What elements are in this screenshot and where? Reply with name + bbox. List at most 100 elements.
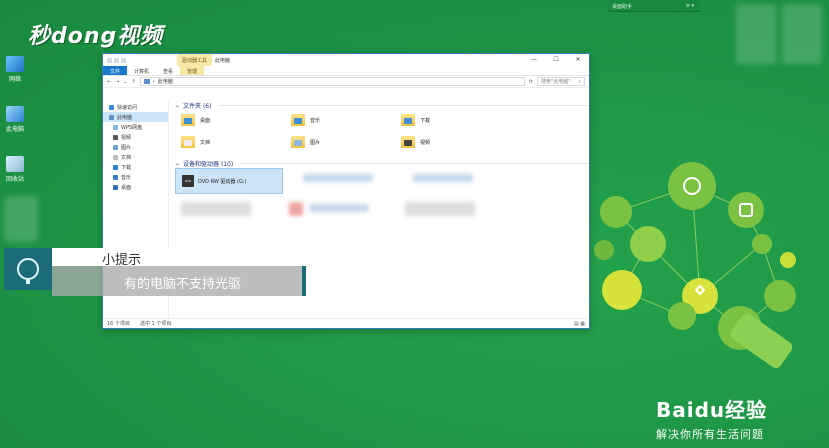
- search-input[interactable]: 搜索"此电脑" ⌕: [537, 77, 585, 86]
- forward-icon[interactable]: →: [115, 79, 119, 85]
- folder-pictures[interactable]: 图片: [291, 136, 320, 148]
- this-pc-small-icon: [143, 79, 150, 84]
- folders-group-header[interactable]: ⌄ 文件夹 (6): [173, 100, 589, 110]
- refresh-icon[interactable]: ⟳: [529, 79, 533, 85]
- item-count: 16 个项目: [107, 321, 130, 327]
- selection-count: 选中 1 个项目: [139, 321, 172, 327]
- blurred-drive: [309, 204, 369, 212]
- dvd-drive-icon: DVD: [182, 175, 194, 187]
- folder-desktop[interactable]: 桌面: [181, 114, 210, 126]
- folder-icon: [291, 136, 305, 148]
- nav-item-quick-access[interactable]: 快速访问: [103, 102, 168, 112]
- nav-item-music[interactable]: 音乐: [103, 172, 168, 182]
- computer-icon: [109, 114, 114, 120]
- lightbulb-network-graphic: [594, 162, 796, 368]
- folder-icon: [291, 114, 305, 126]
- window-controls: — ☐ ✕: [523, 54, 589, 66]
- minimize-button[interactable]: —: [523, 54, 545, 66]
- folder-downloads[interactable]: 下载: [401, 114, 430, 126]
- chevron-down-icon[interactable]: ⌄: [123, 79, 127, 85]
- breadcrumb-separator-icon: ›: [152, 78, 155, 85]
- tab-file[interactable]: 文件: [103, 66, 128, 75]
- blurred-drive: [303, 174, 373, 182]
- quick-access-toolbar[interactable]: [103, 57, 126, 63]
- lightbulb-icon: [17, 258, 39, 284]
- blurred-drive: [181, 202, 251, 216]
- folder-icon: [401, 114, 415, 126]
- drives-group-header[interactable]: ⌄ 设备和驱动器 (10): [173, 158, 589, 168]
- nav-item-desktop[interactable]: 桌面: [103, 182, 168, 192]
- breadcrumb[interactable]: 此电脑: [158, 78, 173, 85]
- drives-area: DVD DVD RW 驱动器 (G:): [173, 168, 589, 248]
- chevron-down-icon: ⌄: [175, 159, 181, 167]
- folder-label: 桌面: [200, 117, 211, 124]
- baidu-tagline: 解决你所有生活问题: [656, 428, 764, 441]
- desktop-icon-this-pc[interactable]: 此电脑: [4, 106, 26, 133]
- ribbon-tabs: 文件 计算机 查看 管理: [103, 66, 589, 76]
- drive-tools-context-tab[interactable]: 驱动器工具: [177, 54, 213, 66]
- nav-item-wps-cloud[interactable]: WPS网盘: [103, 122, 168, 132]
- properties-icon[interactable]: [107, 57, 112, 63]
- view-toggle-icon[interactable]: ▤ ▦: [574, 321, 585, 327]
- folder-documents[interactable]: 文档: [181, 136, 210, 148]
- drive-label: DVD RW 驱动器 (G:): [198, 178, 247, 185]
- tip-title-bar: [52, 248, 256, 266]
- nav-item-documents[interactable]: 文档: [103, 152, 168, 162]
- desktop-icon-network[interactable]: 网络: [4, 56, 26, 83]
- title-bar[interactable]: 驱动器工具 此电脑 — ☐ ✕: [103, 54, 589, 66]
- window-title: 此电脑: [215, 58, 231, 64]
- folder-grid: 桌面 音乐 下载 文档 图片 视频: [173, 110, 589, 158]
- nav-item-label: 此电脑: [117, 114, 133, 121]
- video-logo: 秒dong视频: [28, 24, 164, 49]
- gadget-controls[interactable]: ≡ ▾: [686, 3, 694, 9]
- dropdown-icon[interactable]: [121, 57, 126, 63]
- maximize-button[interactable]: ☐: [545, 54, 567, 66]
- tip-bulb-box: [4, 248, 52, 290]
- nav-item-label: 图片: [121, 144, 132, 151]
- folder-label: 视频: [420, 139, 431, 146]
- desktop-icon-label: 网络: [8, 76, 21, 83]
- tab-manage[interactable]: 管理: [180, 66, 205, 75]
- folder-videos[interactable]: 视频: [401, 136, 430, 148]
- gadget-label: 桌面助手: [612, 4, 633, 10]
- blurred-tile: [736, 4, 776, 64]
- nav-item-pictures[interactable]: 图片: [103, 142, 168, 152]
- picture-icon: [113, 144, 118, 150]
- group-title: 设备和驱动器 (10): [183, 160, 234, 168]
- nav-item-videos[interactable]: 视频: [103, 132, 168, 142]
- video-icon: [113, 134, 118, 140]
- music-icon: [113, 174, 118, 180]
- blurred-drive: [289, 202, 303, 216]
- nav-item-label: 桌面: [121, 184, 132, 191]
- tab-computer[interactable]: 计算机: [127, 66, 156, 75]
- address-row: ← → ⌄ ↑ › 此电脑 ⟳ 搜索"此电脑" ⌕: [103, 76, 589, 88]
- nav-item-label: WPS网盘: [121, 124, 143, 131]
- nav-item-label: 文档: [121, 154, 132, 161]
- nav-item-label: 视频: [121, 134, 132, 141]
- desktop-icon-recycle-bin[interactable]: 回收站: [4, 156, 26, 183]
- dvd-drive-item[interactable]: DVD DVD RW 驱动器 (G:): [175, 168, 283, 194]
- address-bar[interactable]: › 此电脑: [139, 77, 525, 86]
- folder-icon: [181, 114, 195, 126]
- back-icon[interactable]: ←: [107, 79, 111, 85]
- desktop-icon: [113, 184, 118, 190]
- folder-music[interactable]: 音乐: [291, 114, 320, 126]
- new-folder-icon[interactable]: [114, 57, 119, 63]
- tip-body: 有的电脑不支持光驱: [124, 277, 242, 292]
- close-button[interactable]: ✕: [567, 54, 589, 66]
- divider: [240, 162, 589, 164]
- chevron-down-icon: ⌄: [175, 101, 181, 109]
- nav-item-downloads[interactable]: 下载: [103, 162, 168, 172]
- desktop-gadget[interactable]: 桌面助手 ≡ ▾: [608, 0, 700, 12]
- nav-item-this-pc[interactable]: 此电脑: [103, 112, 168, 122]
- status-bar: 16 个项目 选中 1 个项目 ▤ ▦: [103, 318, 589, 328]
- up-icon[interactable]: ↑: [132, 79, 136, 85]
- desktop-icon-label: 此电脑: [5, 126, 24, 133]
- baidu-logo: Baidu经验: [656, 398, 768, 422]
- folder-label: 音乐: [310, 117, 321, 124]
- folder-label: 下载: [420, 117, 431, 124]
- nav-item-label: 快速访问: [117, 104, 138, 111]
- this-pc-icon: [6, 106, 24, 122]
- desktop-icon-label: 回收站: [5, 176, 24, 183]
- tab-view[interactable]: 查看: [156, 66, 180, 75]
